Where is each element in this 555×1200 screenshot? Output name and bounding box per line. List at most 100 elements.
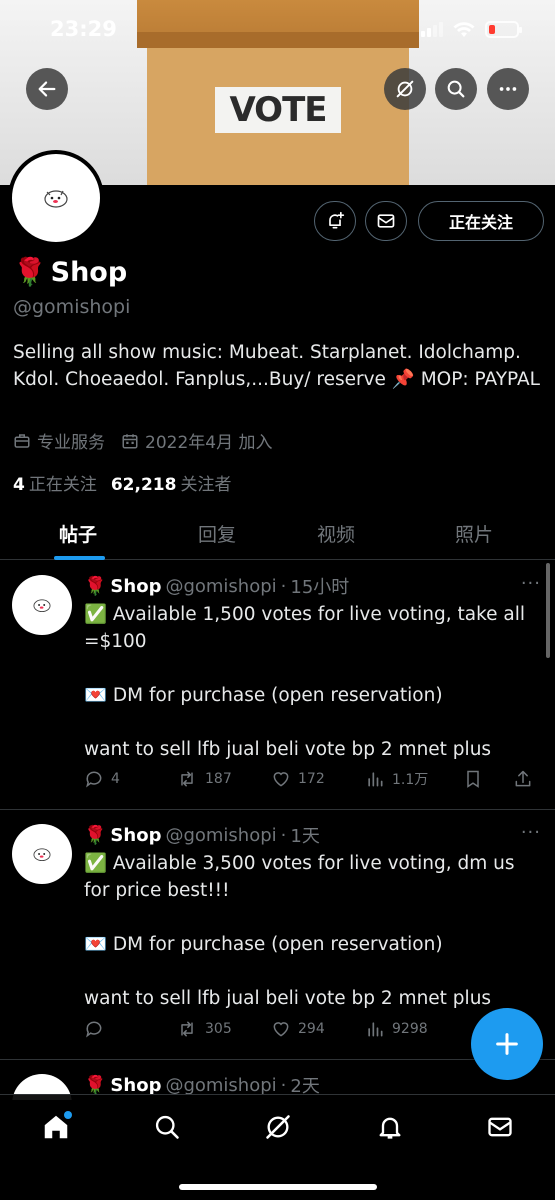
- tab-videos[interactable]: 视频: [317, 520, 355, 547]
- rose-icon: 🌹: [13, 257, 47, 288]
- post-avatar[interactable]: [12, 575, 72, 635]
- post-separator: ·: [280, 575, 287, 597]
- following-button[interactable]: 正在关注: [418, 201, 544, 241]
- like-count: 294: [298, 1021, 325, 1037]
- profile-meta: 专业服务 2022年4月 加入: [13, 428, 272, 453]
- nav-grok[interactable]: [258, 1109, 298, 1145]
- post-line: want to sell lfb jual beli vote bp 2 mne…: [84, 988, 492, 1009]
- post-author-name[interactable]: Shop: [110, 576, 161, 597]
- post-spacer: [84, 904, 539, 931]
- post-author-handle: @gomishopi: [165, 575, 277, 597]
- ballot-box-lid: [137, 0, 419, 48]
- post-body: ✅ Available 3,500 votes for live voting,…: [84, 850, 539, 1012]
- heart-icon: [273, 1022, 289, 1037]
- view-count: 1.1万: [392, 772, 429, 788]
- bookmark-button[interactable]: [463, 769, 513, 789]
- post-avatar[interactable]: [12, 824, 72, 884]
- grok-icon: [396, 80, 414, 98]
- category-label: 专业服务: [37, 433, 105, 453]
- post-separator: ·: [280, 1074, 287, 1096]
- profile-name-text: Shop: [50, 256, 128, 288]
- avatar-illustration: [33, 848, 51, 862]
- post-author-handle: @gomishopi: [165, 824, 277, 846]
- profile-handle: @gomishopi: [13, 296, 131, 318]
- views-icon: [368, 1022, 383, 1037]
- post-line: 💌 DM for purchase (open reservation): [84, 685, 443, 706]
- search-icon: [447, 80, 465, 98]
- post-time: 15小时: [290, 577, 350, 598]
- post-spacer: [84, 655, 539, 682]
- notification-dot: [64, 1111, 72, 1119]
- tab-posts[interactable]: 帖子: [59, 520, 97, 547]
- followers-stat[interactable]: 62,218 关注者: [111, 470, 232, 495]
- reply-icon: [86, 771, 102, 788]
- post-line: 💌 DM for purchase (open reservation): [84, 934, 443, 955]
- nav-notifications[interactable]: [370, 1109, 410, 1145]
- grok-icon: [266, 1115, 290, 1139]
- post-more-button[interactable]: ···: [521, 822, 541, 843]
- repost-count: 187: [205, 771, 232, 787]
- like-button[interactable]: 172: [271, 769, 365, 789]
- views-button[interactable]: 9298: [365, 1019, 463, 1039]
- grok-button[interactable]: [384, 68, 426, 110]
- repost-icon: [181, 1021, 193, 1037]
- post-separator: ·: [280, 824, 287, 846]
- followers-label: 关注者: [180, 475, 232, 495]
- search-button[interactable]: [435, 68, 477, 110]
- reply-button[interactable]: 4: [84, 769, 176, 789]
- rose-icon: 🌹: [84, 575, 107, 597]
- arrow-left-icon: [38, 81, 56, 97]
- signal-icon: [421, 22, 443, 37]
- profile-joined: 2022年4月 加入: [121, 428, 272, 453]
- repost-button[interactable]: 305: [176, 1019, 271, 1039]
- plus-icon: [496, 1033, 518, 1055]
- following-label: 正在关注: [28, 475, 97, 495]
- notifications-button[interactable]: [314, 201, 356, 241]
- status-icons: [421, 21, 522, 38]
- post[interactable]: 🌹 Shop @gomishopi · 15小时 ··· ✅ Available…: [0, 561, 555, 810]
- nav-home[interactable]: [36, 1109, 76, 1145]
- rose-icon: 🌹: [84, 824, 107, 846]
- active-tab-indicator: [54, 556, 105, 560]
- nav-search[interactable]: [147, 1109, 187, 1145]
- share-button[interactable]: [513, 769, 533, 789]
- joined-label: 2022年4月 加入: [145, 433, 273, 453]
- nav-messages[interactable]: [480, 1109, 520, 1145]
- more-options-button[interactable]: [487, 68, 529, 110]
- envelope-icon: [377, 214, 395, 228]
- battery-icon: [485, 21, 522, 38]
- post-author-name[interactable]: Shop: [110, 1075, 161, 1096]
- post-actions: 4 187 172 1.1万: [84, 769, 544, 789]
- bell-plus-icon: [329, 211, 345, 229]
- like-count: 172: [298, 771, 325, 787]
- repost-button[interactable]: 187: [176, 769, 271, 789]
- message-button[interactable]: [365, 201, 407, 241]
- compose-post-button[interactable]: [471, 1008, 543, 1080]
- avatar-illustration: [33, 599, 51, 613]
- post-line: ✅ Available 1,500 votes for live voting,…: [84, 604, 526, 652]
- post-body: ✅ Available 1,500 votes for live voting,…: [84, 601, 539, 763]
- avatar-illustration: [44, 190, 68, 208]
- reply-button[interactable]: [84, 1019, 176, 1039]
- calendar-icon: [122, 433, 138, 448]
- like-button[interactable]: 294: [271, 1019, 365, 1039]
- post-time: 1天: [290, 826, 320, 847]
- profile-tabs: 帖子 回复 视频 照片: [0, 505, 555, 560]
- back-button[interactable]: [26, 68, 68, 110]
- profile-avatar[interactable]: [8, 150, 104, 246]
- heart-icon: [273, 772, 289, 787]
- post-more-button[interactable]: ···: [521, 573, 541, 594]
- tab-photos[interactable]: 照片: [455, 520, 493, 547]
- profile-category: 专业服务: [13, 428, 105, 453]
- following-count: 4: [13, 475, 25, 495]
- share-icon: [515, 770, 531, 787]
- wifi-icon: [453, 21, 475, 37]
- reply-count: 4: [111, 771, 120, 787]
- views-button[interactable]: 1.1万: [365, 769, 463, 789]
- post[interactable]: 🌹 Shop @gomishopi · 1天 ··· ✅ Available 3…: [0, 810, 555, 1060]
- tab-replies[interactable]: 回复: [198, 520, 236, 547]
- post-line: want to sell lfb jual beli vote bp 2 mne…: [84, 739, 492, 760]
- briefcase-icon: [14, 433, 30, 448]
- post-author-name[interactable]: Shop: [110, 825, 161, 846]
- following-stat[interactable]: 4 正在关注: [13, 470, 97, 495]
